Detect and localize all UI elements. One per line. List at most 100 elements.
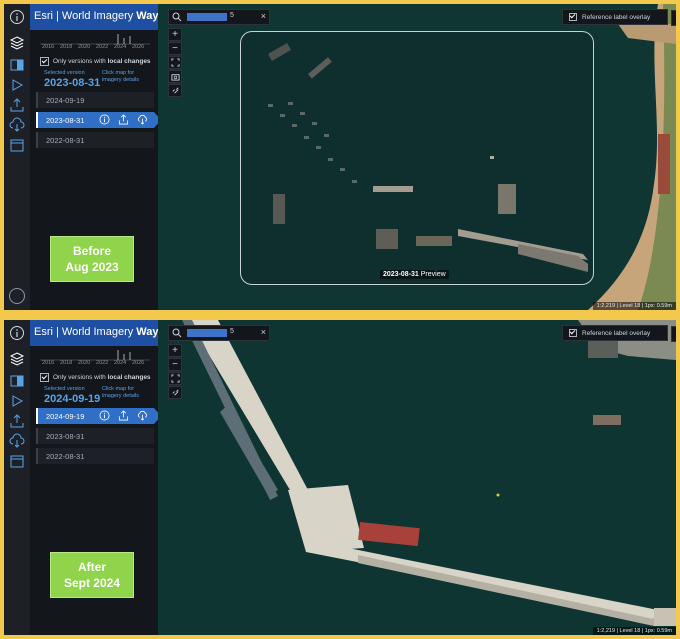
camera-icon [170, 74, 180, 81]
search-input[interactable]: 5 [230, 12, 234, 19]
layers-icon[interactable] [8, 34, 26, 52]
screenshot-button[interactable] [168, 70, 182, 83]
search-bar[interactable]: 5 × [168, 325, 270, 341]
fullscreen-icon [170, 374, 180, 383]
selected-version-label: Selected version [44, 70, 85, 76]
swipe-compare-icon[interactable] [8, 372, 26, 390]
icon-rail [4, 4, 31, 310]
search-icon [172, 12, 182, 22]
scale-info: 1:2,219 | Level 18 | 1px: 0.59m [592, 627, 676, 635]
share-icon[interactable] [118, 114, 129, 125]
version-item[interactable]: 2023-08-31 [36, 428, 154, 444]
map-view[interactable]: 5 × + − Reference label overlay 1:2,219 … [158, 320, 676, 635]
before-callout: Before Aug 2023 [50, 236, 134, 282]
zoom-in-button[interactable]: + [168, 28, 182, 41]
fullscreen-button[interactable] [168, 372, 182, 385]
app-header: Esri | World Imagery Wayback [30, 320, 184, 346]
search-bar[interactable]: 5 × [168, 9, 270, 25]
selected-version-date: 2023-08-31 [44, 77, 101, 89]
zoom-out-button[interactable]: − [168, 358, 182, 371]
version-date: 2023-08-31 [46, 431, 85, 441]
version-item[interactable]: 2024-09-19 [36, 92, 154, 108]
redacted-search-text [187, 13, 227, 21]
reference-label-checkbox[interactable] [569, 13, 577, 21]
map-controls: + − [168, 28, 182, 98]
search-input[interactable]: 5 [230, 328, 234, 335]
preview-frame [240, 31, 594, 285]
version-item-active[interactable]: 2023-08-31 [36, 112, 161, 128]
info-icon[interactable] [99, 410, 110, 421]
zoom-in-button[interactable]: + [168, 344, 182, 357]
play-icon[interactable] [8, 392, 26, 410]
redacted-search-text [187, 329, 227, 337]
filter-label: Only versions with [53, 58, 106, 65]
download-cloud-icon[interactable] [137, 114, 148, 125]
play-icon[interactable] [8, 76, 26, 94]
basemap-gallery-icon[interactable] [671, 10, 676, 26]
info-icon[interactable] [99, 114, 110, 125]
callout-line-1: After [77, 560, 106, 574]
version-date: 2024-09-19 [46, 95, 85, 105]
version-item[interactable]: 2022-08-31 [36, 132, 154, 148]
map-view[interactable]: 2023-08-31 Preview 5 × + − Reference lab… [158, 4, 676, 310]
app-header: Esri | World Imagery Wayback [30, 4, 184, 30]
selected-version-label: Selected version [44, 386, 85, 392]
search-icon [172, 328, 182, 338]
export-icon[interactable] [8, 412, 26, 430]
callout-line-2: Sept 2024 [63, 576, 121, 590]
selected-version-date: 2024-09-19 [44, 393, 101, 405]
map-controls: + − [168, 344, 182, 400]
clear-search-icon[interactable]: × [261, 327, 266, 337]
filter-label-bold: local changes [107, 58, 151, 65]
callout-line-1: Before [72, 244, 111, 258]
fullscreen-icon [170, 58, 180, 67]
link-icon [171, 389, 179, 396]
info-icon[interactable] [8, 324, 26, 342]
reference-label-text: Reference label overlay [582, 13, 651, 21]
user-avatar-icon[interactable] [9, 288, 25, 304]
export-icon[interactable] [8, 96, 26, 114]
share-icon[interactable] [118, 410, 129, 421]
icon-rail [4, 320, 31, 635]
local-changes-checkbox[interactable] [40, 373, 49, 382]
download-cloud-icon[interactable] [8, 432, 26, 450]
calendar-icon[interactable] [8, 136, 26, 154]
sidebar: 2016 2018 2020 2022 2024 2026 Only versi… [30, 346, 161, 635]
after-callout: After Sept 2024 [50, 552, 134, 598]
version-item-active[interactable]: 2024-09-19 [36, 408, 161, 424]
local-changes-filter[interactable]: Only versions with local changes [40, 57, 151, 66]
local-changes-checkbox[interactable] [40, 57, 49, 66]
wayback-panel-after: Esri | World Imagery Wayback 2016 2018 2… [4, 320, 676, 635]
swipe-compare-icon[interactable] [8, 56, 26, 74]
version-date: 2022-08-31 [46, 135, 85, 145]
link-button[interactable] [168, 84, 182, 97]
timeline-histogram[interactable] [40, 32, 150, 54]
sidebar: 2016 2018 2020 2022 2024 2026 Only versi… [30, 30, 161, 310]
scale-info: 1:2,219 | Level 18 | 1px: 0.59m [592, 302, 676, 310]
version-date: 2024-09-19 [46, 411, 85, 421]
clear-search-icon[interactable]: × [261, 11, 266, 21]
version-date: 2023-08-31 [46, 115, 85, 125]
version-date: 2022-08-31 [46, 451, 85, 461]
reference-label-toggle[interactable]: Reference label overlay [562, 325, 676, 342]
timeline-histogram[interactable] [40, 348, 150, 370]
layers-icon[interactable] [8, 350, 26, 368]
click-map-hint: Click map for imagery details [102, 386, 139, 399]
local-changes-filter[interactable]: Only versions with local changes [40, 373, 151, 382]
link-button[interactable] [168, 386, 182, 399]
calendar-icon[interactable] [8, 452, 26, 470]
reference-label-text: Reference label overlay [582, 329, 651, 337]
preview-label: 2023-08-31 Preview [380, 270, 449, 279]
download-cloud-icon[interactable] [137, 410, 148, 421]
fullscreen-button[interactable] [168, 56, 182, 69]
basemap-gallery-icon[interactable] [671, 326, 676, 342]
click-map-hint: Click map for imagery details [102, 70, 139, 83]
download-cloud-icon[interactable] [8, 116, 26, 134]
callout-line-2: Aug 2023 [65, 260, 119, 274]
info-icon[interactable] [8, 8, 26, 26]
reference-label-toggle[interactable]: Reference label overlay [562, 9, 676, 26]
zoom-out-button[interactable]: − [168, 42, 182, 55]
wayback-panel-before: Esri | World Imagery Wayback 2016 2018 2… [4, 4, 676, 310]
reference-label-checkbox[interactable] [569, 329, 577, 337]
version-item[interactable]: 2022-08-31 [36, 448, 154, 464]
